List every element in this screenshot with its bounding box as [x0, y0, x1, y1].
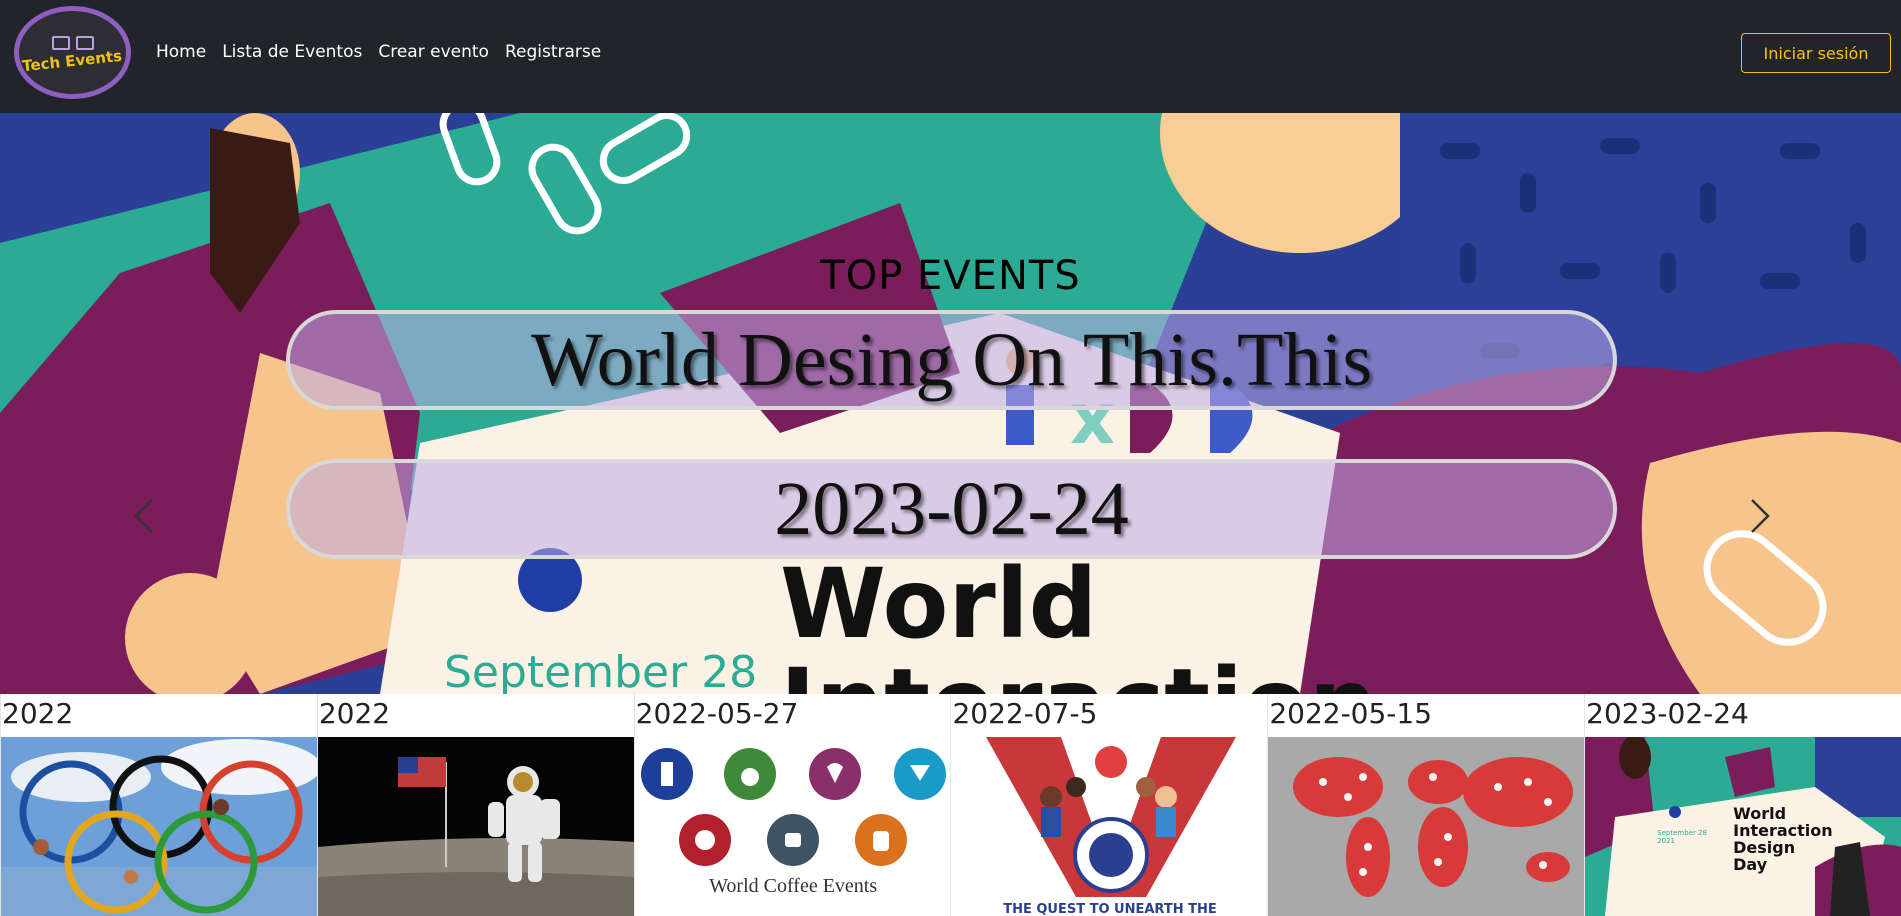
- hero-image-title-line1: World: [780, 548, 1098, 660]
- event-card[interactable]: 2022-05-15: [1267, 694, 1585, 916]
- idd-subcaption: September 28 2021: [1657, 829, 1707, 845]
- top-events-heading: TOP EVENTS: [820, 253, 1081, 299]
- chevron-right-icon: [1751, 499, 1770, 533]
- event-card[interactable]: 2022: [316, 694, 634, 916]
- event-card-image-world-interaction-design-day: September 28 2021 World Interaction Desi…: [1585, 737, 1901, 916]
- tech-events-logo[interactable]: Tech Events: [14, 6, 131, 99]
- logo-icons: [51, 35, 94, 50]
- featured-event-date: 2023-02-24: [286, 459, 1617, 559]
- event-card[interactable]: 2022: [0, 694, 317, 916]
- idd-caption: World Interaction Design Day: [1733, 804, 1833, 874]
- coffee-caption: World Coffee Events: [709, 875, 878, 897]
- hero-image-date: September 28: [444, 647, 758, 694]
- hero-image-title-line2: Interaction: [780, 648, 1377, 694]
- event-card[interactable]: 2022-07-5 THE QUEST TO UNEARTH THE: [950, 694, 1268, 916]
- nav-link-home[interactable]: Home: [156, 42, 206, 62]
- event-card-image-world-school-games: THE QUEST TO UNEARTH THE: [951, 737, 1268, 916]
- school-games-caption: THE QUEST TO UNEARTH THE: [1003, 902, 1217, 916]
- featured-event-name: World Desing On This.This: [286, 310, 1617, 410]
- carousel-prev-button[interactable]: [124, 486, 164, 546]
- event-card-date: 2022-05-15: [1269, 697, 1433, 730]
- event-card-date: 2022: [318, 697, 391, 730]
- event-cards-row: 2022 2022 2022-05-27 World Coffee Events…: [0, 694, 1901, 916]
- nav-links: Home Lista de Eventos Crear evento Regis…: [156, 42, 617, 62]
- event-card-image-olympic-rings: [1, 737, 317, 916]
- carousel-next-button[interactable]: [1740, 486, 1780, 546]
- event-card[interactable]: 2022-05-27 World Coffee Events: [633, 694, 951, 916]
- top-navbar: Tech Events Home Lista de Eventos Crear …: [0, 0, 1901, 113]
- event-card-date: 2023-02-24: [1586, 697, 1749, 730]
- nav-link-event-list[interactable]: Lista de Eventos: [222, 42, 362, 62]
- hero-carousel: x September 28 World Interaction TOP EVE…: [0, 113, 1901, 694]
- event-card-date: 2022-05-27: [635, 697, 799, 730]
- event-card-image-astronaut-moon: [317, 737, 634, 916]
- event-card-date: 2022: [2, 697, 74, 730]
- nav-link-register[interactable]: Registrarse: [505, 42, 601, 62]
- event-card[interactable]: 2023-02-24 September 28 2021 World Inter…: [1584, 694, 1901, 916]
- nav-link-create-event[interactable]: Crear evento: [378, 42, 489, 62]
- event-card-image-world-coffee-events: World Coffee Events: [634, 737, 951, 916]
- chevron-left-icon: [134, 499, 153, 533]
- logo-text: Tech Events: [21, 46, 124, 75]
- event-card-date: 2022-07-5: [952, 697, 1098, 730]
- event-card-image-world-map-molecules: [1268, 737, 1585, 916]
- login-button[interactable]: Iniciar sesión: [1741, 33, 1891, 73]
